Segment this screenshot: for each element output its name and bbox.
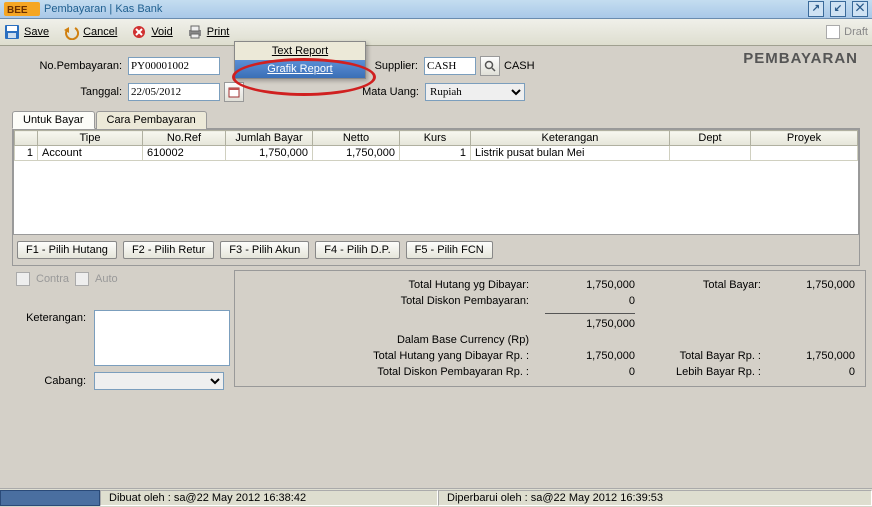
print-menu: Text Report Grafik Report: [234, 41, 366, 79]
print-button[interactable]: Print: [187, 24, 230, 40]
page-title: PEMBAYARAN: [743, 50, 858, 67]
mata-uang-label: Mata Uang:: [244, 86, 419, 98]
cancel-button[interactable]: Cancel: [63, 24, 117, 40]
window-title: Pembayaran | Kas Bank: [44, 3, 162, 15]
search-icon: [484, 60, 496, 72]
save-icon: [4, 24, 20, 40]
app-logo-icon: BEE: [4, 2, 40, 16]
auto-checkbox: [75, 272, 89, 286]
calendar-button[interactable]: [224, 82, 244, 102]
f5-pilih-fcn-button[interactable]: F5 - Pilih FCN: [406, 241, 493, 259]
total-bayar-rp: 1,750,000: [765, 350, 855, 362]
total-diskon-pembayaran: 0: [545, 295, 635, 307]
keterangan-label: Keterangan:: [16, 312, 86, 324]
f2-pilih-retur-button[interactable]: F2 - Pilih Retur: [123, 241, 214, 259]
restore-out-icon[interactable]: ↗: [808, 1, 824, 17]
grafik-report-item[interactable]: Grafik Report: [235, 60, 365, 78]
col-jumlah-bayar: Jumlah Bayar: [226, 131, 313, 146]
payment-grid[interactable]: Tipe No.Ref Jumlah Bayar Netto Kurs Kete…: [13, 129, 859, 235]
title-bar: BEE Pembayaran | Kas Bank ↗ ↙ ⨉: [0, 0, 872, 19]
table-row[interactable]: 1 Account 610002 1,750,000 1,750,000 1 L…: [15, 146, 858, 161]
col-tipe: Tipe: [38, 131, 143, 146]
supplier-code-input[interactable]: [424, 57, 476, 75]
restore-in-icon[interactable]: ↙: [830, 1, 846, 17]
lebih-bayar-rp: 0: [765, 366, 855, 378]
subtotal: 1,750,000: [545, 318, 635, 330]
status-created: Dibuat oleh : sa@22 May 2012 16:38:42: [100, 490, 438, 506]
contra-checkbox: [16, 272, 30, 286]
mata-uang-select[interactable]: Rupiah: [425, 83, 525, 101]
tab-untuk-bayar[interactable]: Untuk Bayar: [12, 111, 95, 129]
text-report-item[interactable]: Text Report: [235, 42, 365, 60]
tanggal-input[interactable]: [128, 83, 220, 101]
save-button[interactable]: Save: [4, 24, 49, 40]
no-pembayaran-label: No.Pembayaran:: [12, 60, 122, 72]
col-keterangan: Keterangan: [471, 131, 670, 146]
draft-checkbox[interactable]: Draft: [826, 25, 868, 39]
print-label: Print: [207, 26, 230, 38]
void-label: Void: [151, 26, 172, 38]
f4-pilih-dp-button[interactable]: F4 - Pilih D.P.: [315, 241, 399, 259]
void-button[interactable]: Void: [131, 24, 172, 40]
svg-text:BEE: BEE: [7, 5, 28, 16]
status-segment-blue: [0, 490, 100, 506]
total-hutang-rp: 1,750,000: [545, 350, 635, 362]
no-pembayaran-input[interactable]: [128, 57, 220, 75]
undo-icon: [63, 24, 79, 40]
total-bayar: 1,750,000: [765, 279, 855, 291]
calendar-icon: [228, 86, 240, 98]
keterangan-textarea[interactable]: [94, 310, 230, 366]
cabang-label: Cabang:: [16, 375, 86, 387]
totals-panel: Total Hutang yg Dibayar: 1,750,000 Total…: [234, 270, 866, 387]
col-rownum: [15, 131, 38, 146]
tanggal-label: Tanggal:: [12, 86, 122, 98]
col-kurs: Kurs: [400, 131, 471, 146]
col-noref: No.Ref: [143, 131, 226, 146]
toolbar: Save Cancel Void Print Draft Text Report…: [0, 19, 872, 46]
print-icon: [187, 24, 203, 40]
cancel-label: Cancel: [83, 26, 117, 38]
total-hutang-dibayar: 1,750,000: [545, 279, 635, 291]
col-netto: Netto: [313, 131, 400, 146]
f1-pilih-hutang-button[interactable]: F1 - Pilih Hutang: [17, 241, 117, 259]
cabang-select[interactable]: [94, 372, 224, 390]
void-icon: [131, 24, 147, 40]
checkbox-icon: [826, 25, 840, 39]
supplier-name: CASH: [504, 60, 535, 72]
tab-cara-pembayaran[interactable]: Cara Pembayaran: [96, 111, 207, 129]
f3-pilih-akun-button[interactable]: F3 - Pilih Akun: [220, 241, 309, 259]
close-icon[interactable]: ⨉: [852, 1, 868, 17]
save-label: Save: [24, 26, 49, 38]
status-bar: Dibuat oleh : sa@22 May 2012 16:38:42 Di…: [0, 488, 872, 507]
status-updated: Diperbarui oleh : sa@22 May 2012 16:39:5…: [438, 490, 872, 506]
total-diskon-rp: 0: [545, 366, 635, 378]
lookup-supplier-button[interactable]: [480, 56, 500, 76]
col-proyek: Proyek: [751, 131, 858, 146]
col-dept: Dept: [670, 131, 751, 146]
